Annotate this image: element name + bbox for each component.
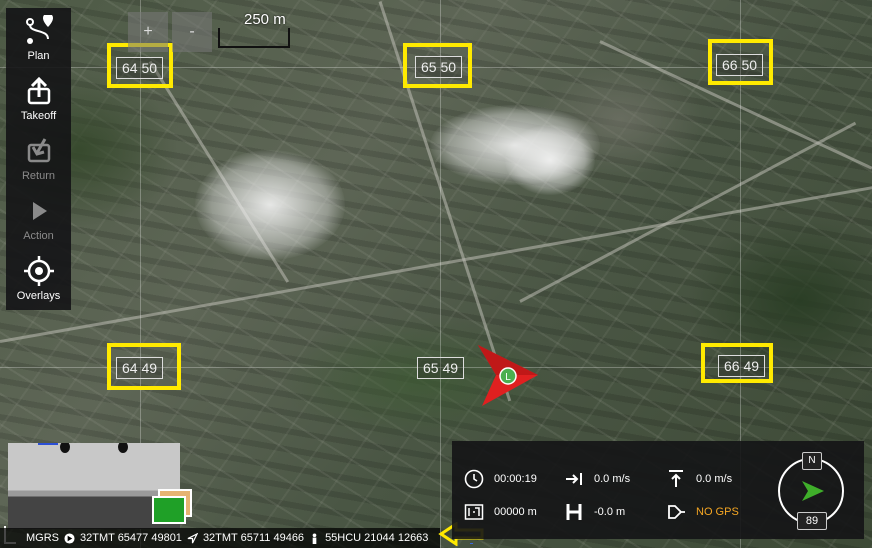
distance-value: 00000 m: [494, 506, 537, 518]
vehicle-marker-label: L: [505, 372, 511, 383]
cloud: [505, 125, 595, 195]
operator-person-icon: [312, 532, 317, 544]
vertical-speed-value: 0.0 m/s: [696, 473, 733, 485]
vertical-speed: 0.0 m/s: [666, 469, 732, 489]
flight-time-value: 00:00:19: [494, 473, 537, 485]
height-icon: [566, 504, 582, 520]
gps-icon: [668, 505, 685, 519]
coordinate-status-bar: MGRS 32TMT 65477 49801 32TMT 65711 49466…: [0, 528, 440, 548]
zoom-in-button[interactable]: +: [128, 12, 168, 52]
video-obstacle: [118, 443, 128, 453]
grid-label: 65 49: [417, 357, 465, 379]
crosshair-icon: [23, 255, 54, 286]
highlight-box: [701, 343, 773, 383]
action-label: Action: [23, 229, 54, 242]
vertical-speed-icon: [669, 470, 683, 487]
plan-button[interactable]: Plan: [6, 8, 71, 68]
operator-coordinate: 55HCU 21044 12663: [325, 532, 429, 544]
plan-toolbar: Plan Takeoff Return Action Overlays: [6, 8, 71, 310]
action-play-icon: [32, 201, 47, 220]
plan-route-icon: [25, 14, 53, 44]
flight-time: 00:00:19: [464, 469, 537, 489]
clock-icon: [464, 469, 484, 489]
mgrs-label: MGRS: [26, 532, 59, 544]
cursor-position-icon: [187, 532, 198, 543]
horizontal-speed: 0.0 m/s: [564, 469, 630, 489]
gps-status: NO GPS: [666, 502, 739, 522]
takeoff-icon: [27, 76, 50, 104]
takeoff-label: Takeoff: [20, 109, 57, 122]
compass-north-label: N: [802, 452, 822, 470]
video-swap-front[interactable]: [152, 496, 186, 524]
horizontal-speed-icon: [566, 473, 582, 485]
horizontal-speed-value: 0.0 m/s: [594, 473, 631, 485]
action-button[interactable]: Action: [6, 188, 71, 248]
map-scale-label: 250 m: [244, 11, 286, 28]
highlight-box: [403, 43, 472, 88]
distance-icon: [464, 504, 484, 520]
overlays-label: Overlays: [16, 289, 61, 302]
distance: 00000 m: [464, 502, 537, 522]
heading-arrow-icon: [802, 481, 824, 501]
compass-heading-value: 89: [797, 512, 827, 530]
map-road: [0, 183, 872, 343]
return-button[interactable]: Return: [6, 128, 71, 188]
video-obstacle: [60, 443, 70, 453]
return-icon: [27, 137, 50, 162]
map-scale-bar: [218, 28, 290, 48]
zoom-out-button[interactable]: -: [172, 12, 212, 52]
highlight-box: [107, 343, 181, 390]
gps-status-value: NO GPS: [696, 506, 739, 518]
vehicle-position-icon: [64, 532, 75, 544]
highlight-box: [708, 39, 773, 85]
overlays-button[interactable]: Overlays: [6, 248, 71, 308]
cloud: [195, 150, 345, 260]
video-floor-line: [38, 443, 58, 445]
vehicle-coordinate: 32TMT 65477 49801: [80, 532, 182, 544]
plan-label: Plan: [27, 49, 50, 62]
takeoff-button[interactable]: Takeoff: [6, 68, 71, 128]
vehicle-marker[interactable]: L: [470, 340, 550, 410]
height-value: -0.0 m: [594, 506, 626, 518]
cursor-coordinate: 32TMT 65711 49466: [202, 532, 305, 544]
return-label: Return: [21, 169, 56, 182]
height: -0.0 m: [564, 502, 625, 522]
